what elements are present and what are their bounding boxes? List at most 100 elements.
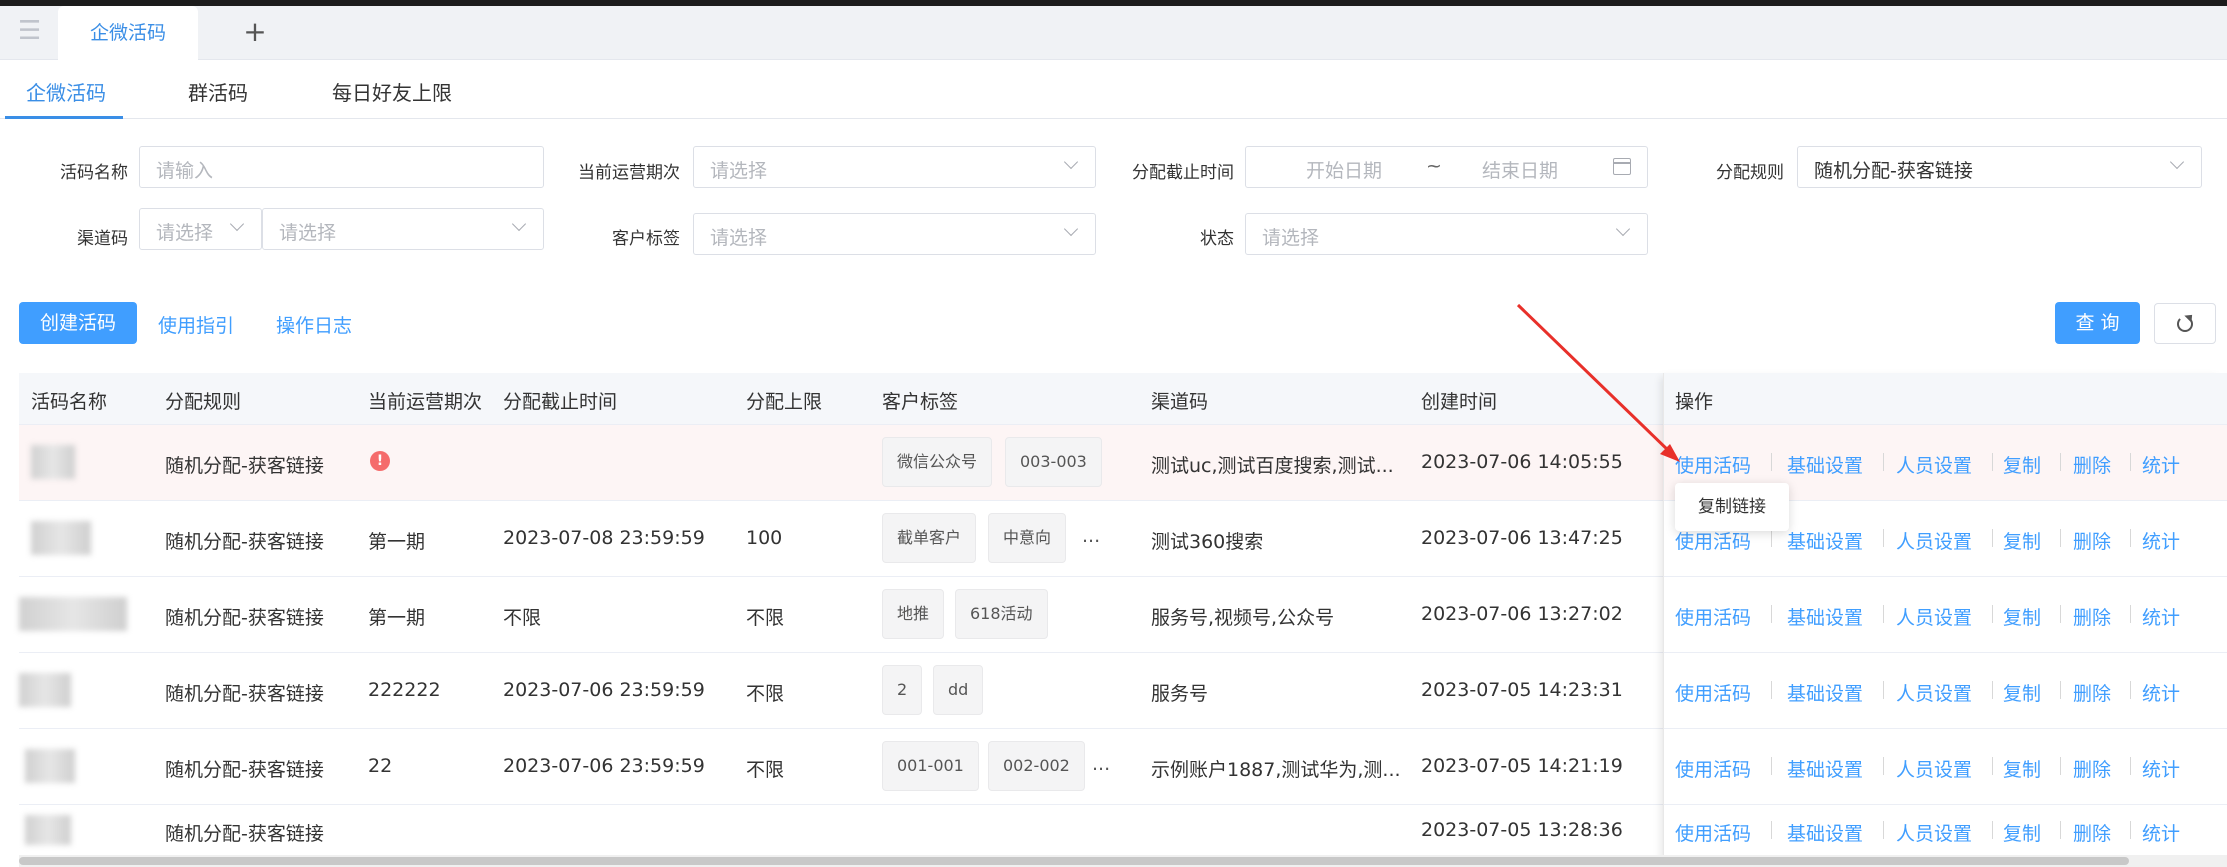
op-separator [2130,453,2131,471]
status-select[interactable]: 请选择 [1245,213,1648,255]
op-separator [2060,757,2061,775]
op-use-code[interactable]: 使用活码 [1675,527,1751,554]
op-stats[interactable]: 统计 [2142,819,2180,846]
table-row: 随机分配-获客链接 22 2023-07-06 23:59:59 不限 001-… [19,729,2227,805]
op-copy[interactable]: 复制 [2003,603,2041,630]
col-limit: 分配上限 [746,391,823,413]
op-staff-settings[interactable]: 人员设置 [1896,603,1972,630]
add-tab-button[interactable]: + [240,14,270,50]
subtab-group-code[interactable]: 群活码 [188,77,248,106]
op-staff-settings[interactable]: 人员设置 [1896,527,1972,554]
op-copy[interactable]: 复制 [2003,755,2041,782]
tag-select[interactable]: 请选择 [693,213,1096,255]
table-horizontal-scrollbar[interactable] [19,855,2227,867]
op-copy[interactable]: 复制 [2003,819,2041,846]
period-select[interactable]: 请选择 [693,146,1096,188]
cell-created: 2023-07-05 14:23:31 [1421,679,1623,701]
op-use-code[interactable]: 使用活码 [1675,451,1751,478]
end-date-placeholder[interactable]: 结束日期 [1482,156,1558,183]
op-use-code[interactable]: 使用活码 [1675,679,1751,706]
table-header: 活码名称 分配规则 当前运营期次 分配截止时间 分配上限 客户标签 渠道码 创建… [19,373,2227,425]
start-date-placeholder[interactable]: 开始日期 [1306,156,1382,183]
op-stats[interactable]: 统计 [2142,679,2180,706]
op-copy[interactable]: 复制 [2003,679,2041,706]
op-basic-settings[interactable]: 基础设置 [1787,819,1863,846]
op-delete[interactable]: 删除 [2073,527,2111,554]
query-button[interactable]: 查 询 [2055,302,2140,344]
cell-limit: 不限 [746,683,785,705]
usage-guide-link[interactable]: 使用指引 [158,311,234,338]
op-staff-settings[interactable]: 人员设置 [1896,679,1972,706]
customer-tag: 618活动 [955,589,1048,639]
op-delete[interactable]: 删除 [2073,679,2111,706]
op-delete[interactable]: 删除 [2073,603,2111,630]
copy-link-popover[interactable]: 复制链接 [1675,483,1789,531]
op-delete[interactable]: 删除 [2073,819,2111,846]
channel-code-select[interactable]: 请选择 [262,208,544,250]
cell-created: 2023-07-06 13:27:02 [1421,603,1623,625]
op-separator [1771,681,1772,699]
op-copy[interactable]: 复制 [2003,527,2041,554]
op-staff-settings[interactable]: 人员设置 [1896,755,1972,782]
chevron-down-icon [1063,155,1081,173]
op-stats[interactable]: 统计 [2142,755,2180,782]
col-tags: 客户标签 [882,391,959,413]
menu-fold-icon[interactable]: ☰ [18,18,46,44]
op-stats[interactable]: 统计 [2142,451,2180,478]
cell-channel: 示例账户1887,测试华为,测... [1151,759,1401,781]
op-stats[interactable]: 统计 [2142,527,2180,554]
customer-tag: 001-001 [882,741,979,791]
rule-select[interactable]: 随机分配-获客链接 [1797,146,2202,188]
scrollbar-thumb[interactable] [19,857,2129,865]
op-separator [1992,821,1993,839]
op-separator [1771,821,1772,839]
cell-created: 2023-07-06 13:47:25 [1421,527,1623,549]
subtab-daily-friend-limit[interactable]: 每日好友上限 [332,77,452,106]
operation-log-link[interactable]: 操作日志 [276,311,352,338]
period-select-placeholder: 请选择 [710,160,768,182]
cell-period: 22 [368,755,393,777]
create-code-button[interactable]: 创建活码 [19,302,137,344]
op-basic-settings[interactable]: 基础设置 [1787,527,1863,554]
cell-rule: 随机分配-获客链接 [165,455,324,477]
op-delete[interactable]: 删除 [2073,755,2111,782]
customer-tag: 中意向 [988,513,1067,563]
deadline-date-range[interactable]: 开始日期 ~ 结束日期 [1245,146,1648,188]
more-tags-ellipsis[interactable]: ... [1092,753,1110,775]
subtab-wecom-code[interactable]: 企微活码 [26,77,106,106]
date-range-separator: ~ [1426,155,1442,177]
page-tab-active[interactable]: 企微活码 [58,6,198,60]
op-separator [1771,529,1772,547]
cell-channel: 测试360搜索 [1151,531,1264,553]
more-tags-ellipsis[interactable]: ... [1082,525,1100,547]
op-use-code[interactable]: 使用活码 [1675,603,1751,630]
filter-channel-label: 渠道码 [77,229,128,249]
op-basic-settings[interactable]: 基础设置 [1787,755,1863,782]
blurred-code-name [31,521,91,555]
name-input[interactable]: 请输入 [139,146,544,188]
op-use-code[interactable]: 使用活码 [1675,755,1751,782]
op-delete[interactable]: 删除 [2073,451,2111,478]
op-copy[interactable]: 复制 [2003,451,2041,478]
op-basic-settings[interactable]: 基础设置 [1787,603,1863,630]
channel-type-select[interactable]: 请选择 [139,208,262,250]
cell-deadline: 2023-07-06 23:59:59 [503,755,705,777]
op-separator [2130,681,2131,699]
col-operations: 操作 [1675,391,1714,413]
table-row: 随机分配-获客链接 222222 2023-07-06 23:59:59 不限 … [19,653,2227,729]
op-basic-settings[interactable]: 基础设置 [1787,679,1863,706]
refresh-button[interactable] [2154,303,2216,344]
filter-rule-label: 分配规则 [1716,163,1784,183]
op-stats[interactable]: 统计 [2142,603,2180,630]
cell-limit: 100 [746,527,783,549]
table-row: 随机分配-获客链接 第一期 2023-07-08 23:59:59 100 截单… [19,501,2227,577]
op-use-code[interactable]: 使用活码 [1675,819,1751,846]
op-separator [2060,605,2061,623]
op-basic-settings[interactable]: 基础设置 [1787,451,1863,478]
warning-icon[interactable]: ! [370,451,390,471]
customer-tag: 截单客户 [882,513,977,563]
op-separator [1883,529,1884,547]
op-staff-settings[interactable]: 人员设置 [1896,819,1972,846]
op-staff-settings[interactable]: 人员设置 [1896,451,1972,478]
customer-tag: 003-003 [1005,437,1102,487]
